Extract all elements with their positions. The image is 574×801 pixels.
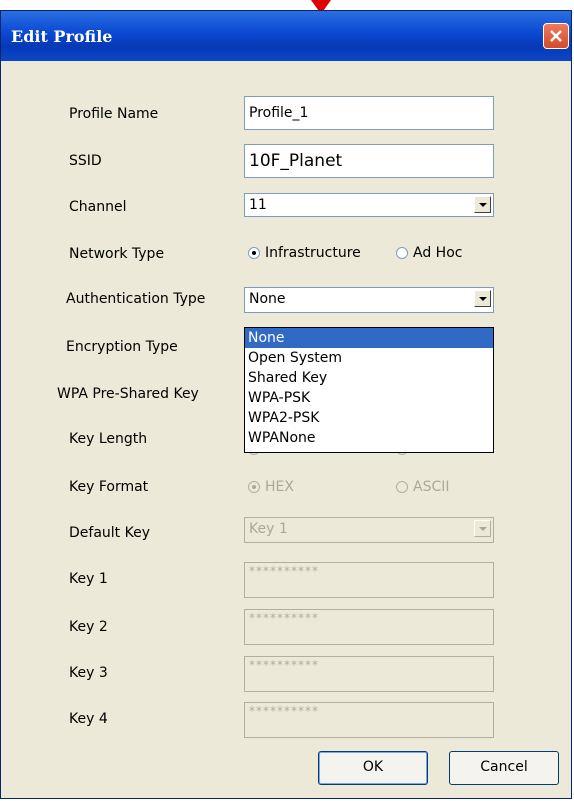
auth-type-value: None xyxy=(249,291,286,307)
wpa-psk-label: WPA Pre-Shared Key xyxy=(57,386,199,402)
radio-ascii-label: ASCII xyxy=(413,479,450,495)
key4-input[interactable]: ********** xyxy=(244,702,494,738)
chevron-down-icon xyxy=(479,203,487,207)
edit-profile-dialog: Edit Profile Profile Name SSID Channel N… xyxy=(0,10,572,799)
key2-label: Key 2 xyxy=(69,619,108,635)
radio-ad-hoc-label: Ad Hoc xyxy=(413,245,463,261)
dropdown-option-shared-key[interactable]: Shared Key xyxy=(245,368,493,388)
key4-value: ********** xyxy=(249,704,319,718)
key2-value: ********** xyxy=(249,611,319,625)
key2-input[interactable]: ********** xyxy=(244,609,494,645)
close-button[interactable] xyxy=(543,23,569,49)
key-format-label: Key Format xyxy=(69,479,149,495)
auth-type-select[interactable]: None xyxy=(244,287,494,313)
dropdown-option-wpanone[interactable]: WPANone xyxy=(245,428,493,448)
dropdown-option-wpa-psk[interactable]: WPA-PSK xyxy=(245,388,493,408)
ssid-label: SSID xyxy=(69,153,102,169)
window-title: Edit Profile xyxy=(11,27,113,46)
key1-input[interactable]: ********** xyxy=(244,562,494,598)
ssid-input[interactable]: 10F_Planet xyxy=(244,144,494,178)
title-bar[interactable]: Edit Profile xyxy=(1,11,571,61)
key3-input[interactable]: ********** xyxy=(244,656,494,692)
auth-type-dropdown-button[interactable] xyxy=(474,290,491,307)
channel-label: Channel xyxy=(69,199,127,215)
radio-dot xyxy=(248,481,260,493)
key1-value: ********** xyxy=(249,564,319,578)
ok-button[interactable]: OK xyxy=(318,751,428,785)
auth-type-label: Authentication Type xyxy=(66,291,206,307)
radio-dot xyxy=(396,481,408,493)
default-key-value: Key 1 xyxy=(249,521,288,537)
ssid-value: 10F_Planet xyxy=(249,151,343,171)
key4-label: Key 4 xyxy=(69,711,108,727)
profile-name-input[interactable]: Profile_1 xyxy=(244,96,494,130)
default-key-dropdown-button[interactable] xyxy=(474,520,491,537)
key3-label: Key 3 xyxy=(69,665,108,681)
chevron-down-icon xyxy=(479,297,487,301)
key1-label: Key 1 xyxy=(69,571,108,587)
profile-name-label: Profile Name xyxy=(69,106,159,122)
channel-value: 11 xyxy=(249,197,267,213)
dropdown-option-wpa2-psk[interactable]: WPA2-PSK xyxy=(245,408,493,428)
profile-name-value: Profile_1 xyxy=(249,105,309,121)
key3-value: ********** xyxy=(249,658,319,672)
default-key-select[interactable]: Key 1 xyxy=(244,517,494,543)
chevron-down-icon xyxy=(479,527,487,531)
radio-dot xyxy=(396,247,408,259)
dropdown-option-open-system[interactable]: Open System xyxy=(245,348,493,368)
radio-hex-label: HEX xyxy=(265,479,294,495)
channel-select[interactable]: 11 xyxy=(244,193,494,217)
auth-type-dropdown-list: None Open System Shared Key WPA-PSK WPA2… xyxy=(244,327,494,453)
radio-infrastructure-label: Infrastructure xyxy=(265,245,361,261)
close-icon xyxy=(550,30,562,42)
dropdown-option-none[interactable]: None xyxy=(245,328,493,348)
default-key-label: Default Key xyxy=(69,525,150,541)
radio-dot xyxy=(248,247,260,259)
cancel-button[interactable]: Cancel xyxy=(449,751,559,785)
channel-dropdown-button[interactable] xyxy=(474,196,491,213)
encryption-type-label: Encryption Type xyxy=(66,339,178,355)
key-length-label: Key Length xyxy=(69,431,148,447)
network-type-label: Network Type xyxy=(69,246,165,262)
